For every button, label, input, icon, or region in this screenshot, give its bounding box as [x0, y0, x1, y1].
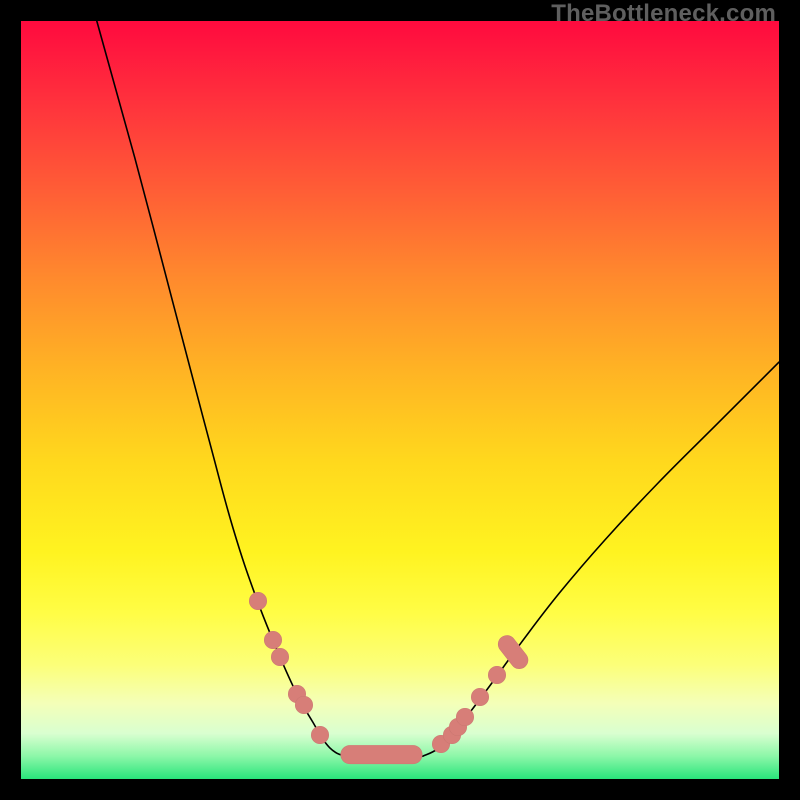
marker-left-1: [264, 631, 282, 649]
marker-right-5: [488, 666, 506, 684]
chart-stage: TheBottleneck.com: [0, 0, 800, 800]
plot-area: [21, 21, 779, 779]
marker-left-2: [271, 648, 289, 666]
marker-left-4: [295, 696, 313, 714]
watermark-text: TheBottleneck.com: [551, 0, 776, 28]
marker-left-0: [249, 592, 267, 610]
bottleneck-curve: [21, 21, 779, 779]
marker-right-4: [471, 688, 489, 706]
marker-right-3: [456, 708, 474, 726]
marker-left-5: [311, 726, 329, 744]
marker-flat-pill: [341, 745, 422, 765]
